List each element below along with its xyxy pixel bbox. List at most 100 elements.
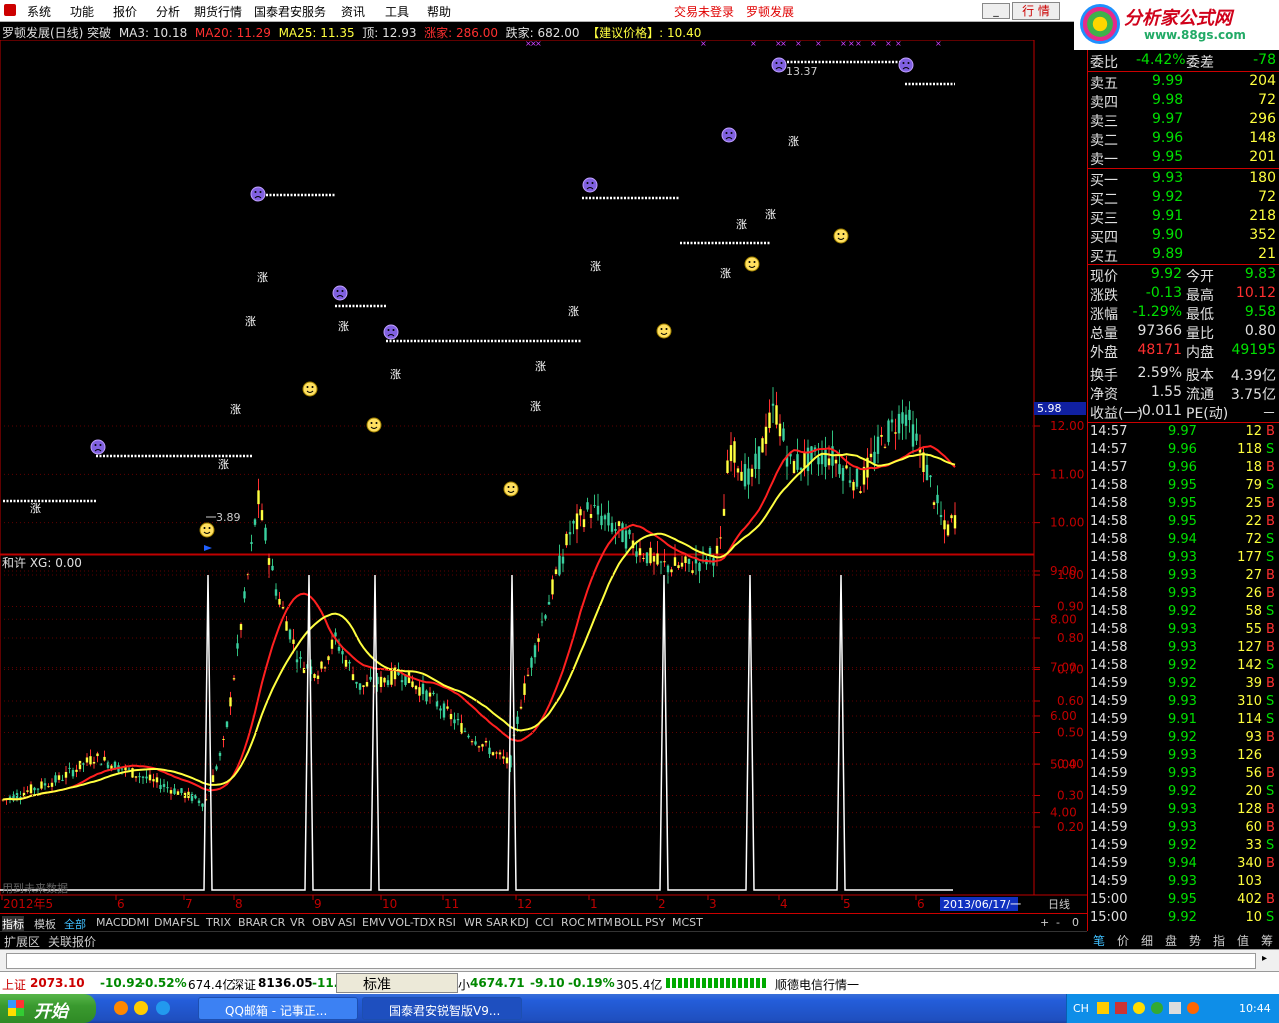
candle-body: [225, 721, 229, 728]
quote-tab-1[interactable]: 价: [1117, 932, 1129, 949]
bid-label: 买二: [1090, 192, 1118, 208]
tab-control-2[interactable]: 0: [1072, 916, 1079, 929]
tab-control-1[interactable]: -: [1056, 916, 1060, 929]
quote-tab-3[interactable]: 盘: [1165, 932, 1177, 949]
quote-tab-0[interactable]: 笔: [1093, 932, 1105, 949]
indicator-tab-mtm[interactable]: MTM: [587, 916, 613, 929]
tray-volume-icon[interactable]: [1169, 1002, 1181, 1014]
quote-tab-7[interactable]: 筹: [1261, 932, 1273, 949]
firefox-icon[interactable]: [114, 1001, 128, 1015]
scroll-arrow-icon[interactable]: ▸: [1262, 953, 1267, 964]
tab-control-0[interactable]: +: [1040, 916, 1049, 929]
tick-side: B: [1266, 514, 1275, 529]
indicator-tab-sar[interactable]: SAR: [486, 916, 508, 929]
broker-server[interactable]: 顺德电信行情一: [775, 976, 859, 993]
indicator-tab-rsi[interactable]: RSI: [438, 916, 456, 929]
indicator-tab-cr[interactable]: CR: [270, 916, 285, 929]
tick-volume: 27: [1245, 568, 1262, 583]
price-tick-label: 12.00: [1050, 419, 1084, 433]
bid-label: 买五: [1090, 249, 1118, 265]
indicator-tab-boll[interactable]: BOLL: [614, 916, 642, 929]
ask-label: 卖四: [1090, 95, 1118, 111]
menu-tools[interactable]: 工具: [385, 3, 409, 20]
tray-qq-icon[interactable]: [1133, 1002, 1145, 1014]
logo-title: 分析家公式网: [1124, 8, 1232, 29]
indicator-tab-mcst[interactable]: MCST: [672, 916, 703, 929]
menu-futures[interactable]: 期货行情: [194, 3, 242, 20]
menu-quote[interactable]: 报价: [113, 3, 137, 20]
task-qq-mail[interactable]: QQ邮箱 - 记事正...: [198, 997, 358, 1020]
task-gtja[interactable]: 国泰君安锐智版V9...: [362, 997, 522, 1020]
high-price-label: 13.37: [786, 65, 818, 78]
ext-area-tab[interactable]: 扩展区: [4, 933, 40, 950]
ask-price: 9.99: [1152, 73, 1184, 89]
indicator-tab-全部[interactable]: 全部: [64, 916, 86, 932]
sh-index: 2073.10: [30, 976, 85, 990]
menu-news[interactable]: 资讯: [341, 3, 365, 20]
candle-body: [467, 735, 470, 738]
tick-row: 14:58 9.93 26 B: [1088, 586, 1279, 604]
input-lang[interactable]: CH: [1073, 1002, 1089, 1015]
indicator-tab-macd[interactable]: MACD: [96, 916, 129, 929]
tick-row: 14:58 9.92 142 S: [1088, 658, 1279, 676]
indicator-tab-dmi[interactable]: DMI: [128, 916, 149, 929]
indicator-tab-fsl[interactable]: FSL: [180, 916, 199, 929]
tray-app-icon[interactable]: [1097, 1002, 1109, 1014]
candle-body: [505, 757, 509, 764]
candle-body: [754, 453, 757, 469]
cursor-triangle-icon: [204, 545, 212, 551]
chart-area[interactable]: 12.0011.0010.009.008.007.006.005.004.00 …: [0, 40, 1087, 912]
quote-tab-2[interactable]: 细: [1141, 932, 1153, 949]
indicator-tab-cci[interactable]: CCI: [535, 916, 554, 929]
bid-price: 9.92: [1152, 189, 1184, 205]
indicator-tab-kdj[interactable]: KDJ: [510, 916, 529, 929]
indicator-tab-asi[interactable]: ASI: [338, 916, 356, 929]
indicator-tick-label: 0.50: [1057, 726, 1084, 740]
quote-tab-4[interactable]: 势: [1189, 932, 1201, 949]
tray-shield-icon[interactable]: [1115, 1002, 1127, 1014]
indicator-tab-dma[interactable]: DMA: [154, 916, 180, 929]
indicator-tab-emv[interactable]: EMV: [362, 916, 386, 929]
tray-net-icon[interactable]: [1151, 1002, 1163, 1014]
menu-help[interactable]: 帮助: [427, 3, 451, 20]
indicator-tab-trix[interactable]: TRIX: [206, 916, 231, 929]
related-quote-tab[interactable]: 关联报价: [48, 933, 96, 950]
quote-tab-6[interactable]: 值: [1237, 932, 1249, 949]
qq-icon[interactable]: [134, 1001, 148, 1015]
indicator-tab-brar[interactable]: BRAR: [238, 916, 268, 929]
quote-tab-5[interactable]: 指: [1213, 932, 1225, 949]
stat-value: 9.58: [1244, 304, 1276, 320]
hq-button[interactable]: 行 情: [1012, 2, 1060, 20]
indicator-tab-psy[interactable]: PSY: [645, 916, 665, 929]
indicator-tab-wr[interactable]: WR: [464, 916, 483, 929]
start-button[interactable]: 开始: [0, 994, 96, 1023]
indicator-tab-指标[interactable]: 指标: [2, 916, 24, 932]
tick-row: 14:59 9.92 93 B: [1088, 730, 1279, 748]
tick-time: 14:58: [1090, 568, 1128, 583]
menu-system[interactable]: 系统: [27, 3, 51, 20]
tick-volume: 58: [1245, 604, 1262, 619]
candle-body: [61, 779, 64, 781]
tick-side: S: [1266, 838, 1275, 853]
command-input[interactable]: [6, 953, 1256, 969]
buy-face-icon: [833, 228, 849, 244]
candle-body: [953, 515, 957, 529]
tick-row: 14:59 9.91 114 S: [1088, 712, 1279, 730]
indicator-tab-obv[interactable]: OBV: [312, 916, 335, 929]
k-app-icon[interactable]: [156, 1001, 170, 1015]
indicator-tab-模板[interactable]: 模板: [34, 916, 56, 932]
menu-gtja-service[interactable]: 国泰君安服务: [254, 3, 326, 20]
tray-update-icon[interactable]: [1187, 1002, 1199, 1014]
menu-function[interactable]: 功能: [70, 3, 94, 20]
menu-analysis[interactable]: 分析: [156, 3, 180, 20]
ime-toolbar[interactable]: 标准: [336, 973, 458, 993]
candle-body: [698, 563, 701, 572]
date-tick-label: 10: [382, 897, 397, 911]
indicator-tab-vr[interactable]: VR: [290, 916, 305, 929]
trade-login-status[interactable]: 交易未登录: [674, 3, 734, 20]
minimize-button[interactable]: _: [982, 3, 1010, 19]
indicator-tab-roc[interactable]: ROC: [561, 916, 585, 929]
indicator-tab-vol-tdx[interactable]: VOL-TDX: [388, 916, 436, 929]
candle-body: [75, 769, 78, 772]
price-tick-label: 10.00: [1050, 516, 1084, 530]
